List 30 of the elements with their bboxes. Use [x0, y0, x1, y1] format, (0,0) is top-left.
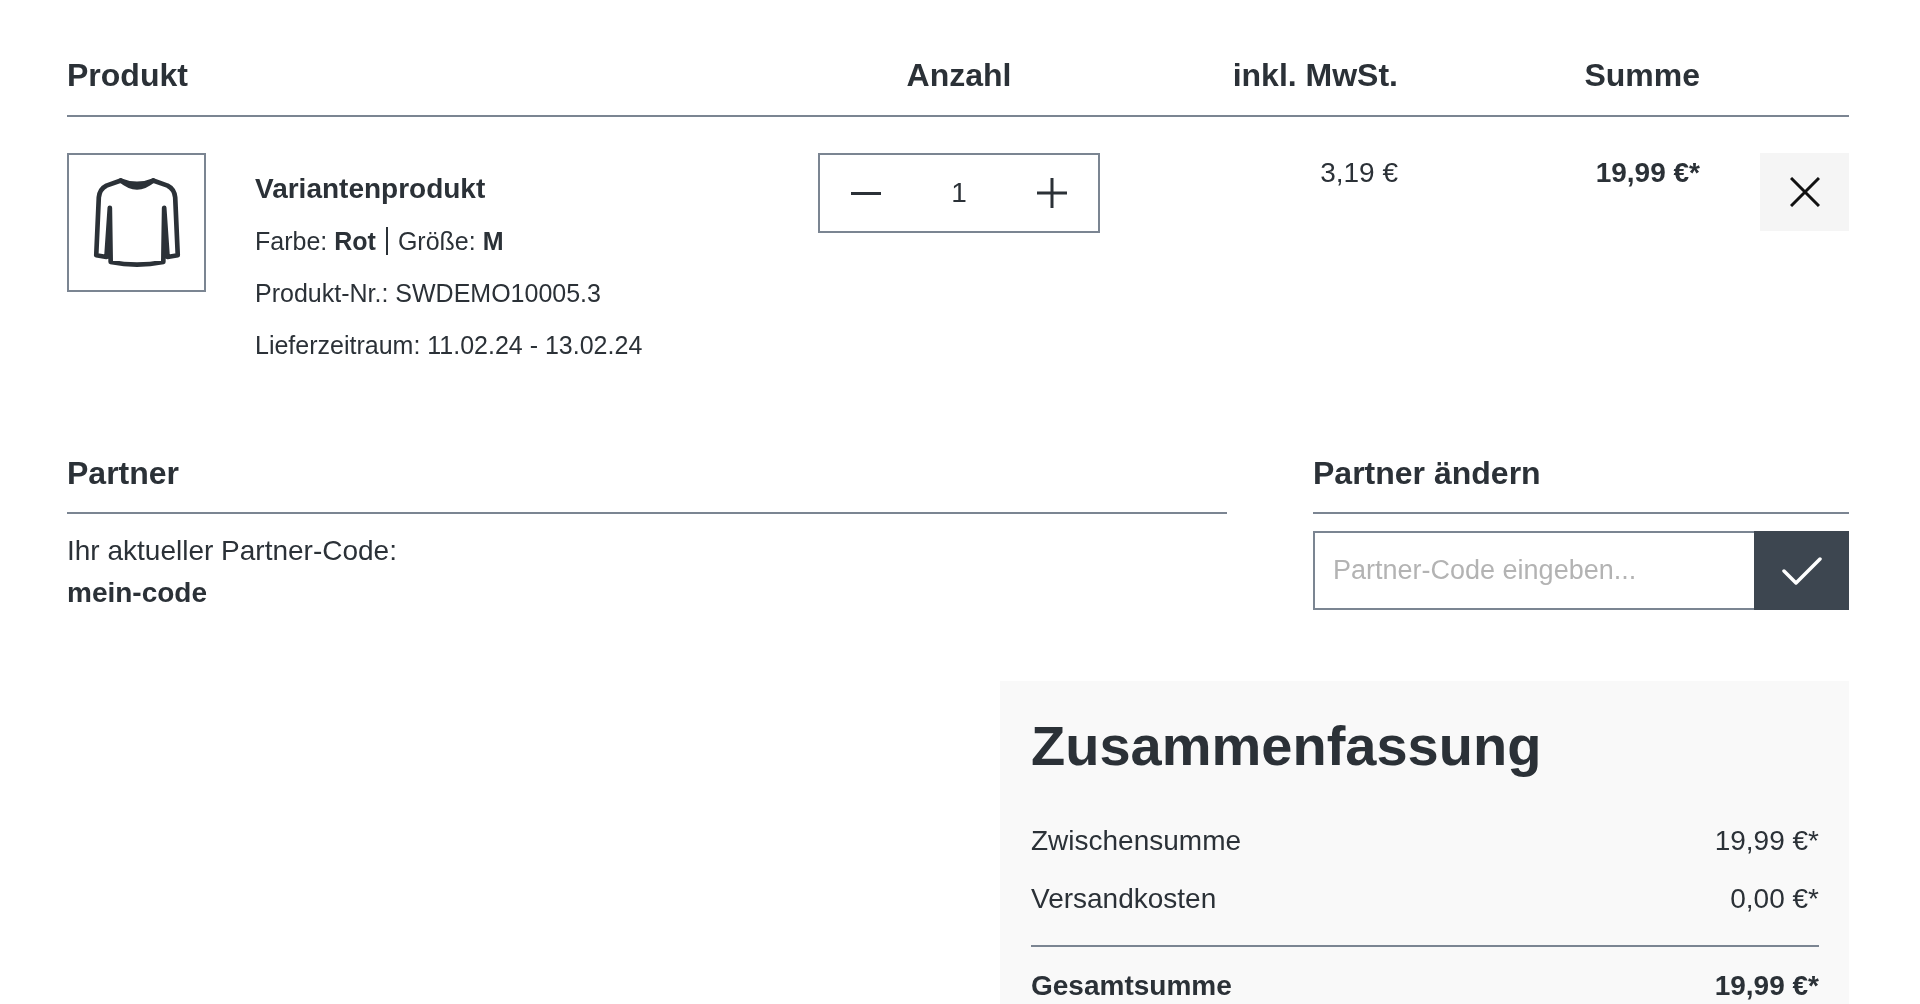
column-header: inkl. MwSt.: [1232, 56, 1398, 94]
product-option: Größe: M: [397, 224, 504, 258]
plus-icon: [1036, 178, 1067, 208]
summary-title: Zusammenfassung: [1031, 714, 1542, 778]
close-icon: [1789, 177, 1820, 207]
partner-code-field[interactable]: Partner-Code eingeben...: [1313, 531, 1754, 610]
product-option: Farbe: Rot: [255, 224, 376, 258]
column-header: Summe: [1584, 56, 1700, 94]
section-title: Partner ändern: [1313, 454, 1541, 492]
tax-amount: 3,19 €: [1320, 156, 1398, 190]
total-value: 19,99 €*: [1714, 969, 1819, 1003]
summary-label: Zwischensumme: [1031, 824, 1242, 858]
column-header: Produkt: [67, 56, 188, 94]
quantity-field[interactable]: 1: [912, 171, 1006, 215]
product-name: Variantenprodukt: [255, 172, 486, 206]
remove-button[interactable]: [1760, 153, 1849, 231]
section-title: Partner: [67, 454, 180, 492]
summary-value: 0,00 €*: [1730, 882, 1819, 916]
check-icon: [1781, 556, 1822, 585]
line-total: 19,99 €*: [1595, 156, 1700, 190]
submit-button[interactable]: [1754, 531, 1849, 610]
summary-value: 19,99 €*: [1714, 824, 1819, 858]
partner-code-label: Ihr aktueller Partner-Code:: [67, 534, 397, 568]
total-label: Gesamtsumme: [1031, 969, 1232, 1003]
minus-icon: [851, 191, 882, 195]
column-header: Anzahl: [906, 56, 1012, 94]
partner-code: mein-code: [67, 576, 208, 610]
summary-label: Versandkosten: [1031, 882, 1217, 916]
product-number: Produkt-Nr.: SWDEMO10005.3: [255, 278, 601, 309]
delivery-period: Lieferzeitraum: 11.02.24 - 13.02.24: [255, 330, 643, 361]
